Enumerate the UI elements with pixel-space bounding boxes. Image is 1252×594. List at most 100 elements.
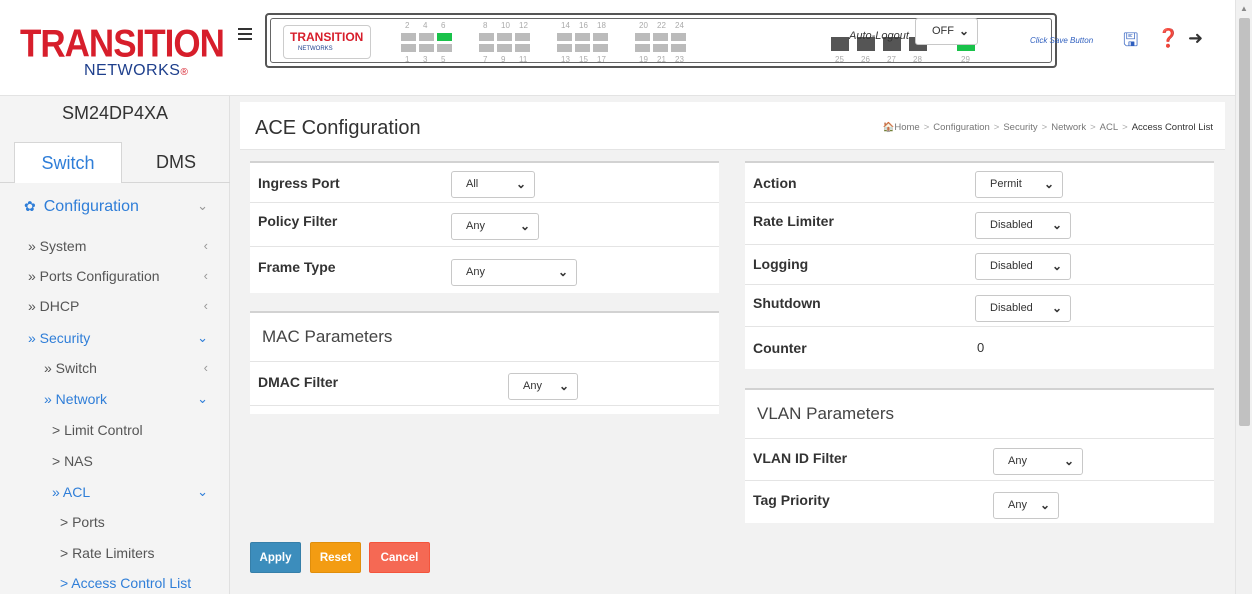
breadcrumb-network[interactable]: Network [1051,122,1086,133]
reset-button[interactable]: Reset [310,542,361,573]
sidebar-item-nas[interactable]: > NAS [0,453,230,483]
port-15[interactable] [575,44,590,52]
port-4[interactable] [419,33,434,41]
sidebar-item-security[interactable]: » Security ⌄ [0,330,230,360]
sidebar-item-ports[interactable]: > Ports [0,514,230,544]
port-8[interactable] [479,33,494,41]
port-24[interactable] [671,33,686,41]
port-14[interactable] [557,33,572,41]
ingress-port-select[interactable]: All ⌄ [451,171,535,198]
port-21[interactable] [653,44,668,52]
ace-right-panel: Action Permit ⌄ Rate Limiter Disabled ⌄ … [745,161,1214,369]
port-number: 25 [835,55,844,64]
port-number: 23 [675,55,684,64]
chevron-down-icon: ⌄ [1051,259,1062,273]
tab-dms[interactable]: DMS [122,142,230,183]
vlan-id-filter-row: VLAN ID Filter Any ⌄ [745,439,1214,481]
port-2[interactable] [401,33,416,41]
cancel-button[interactable]: Cancel [369,542,430,573]
rate-limiter-select[interactable]: Disabled ⌄ [975,212,1071,239]
tab-switch[interactable]: Switch [14,142,122,183]
action-select[interactable]: Permit ⌄ [975,171,1063,198]
sidebar-item-rate-limiters[interactable]: > Rate Limiters [0,545,230,575]
sidebar-item-limit-control[interactable]: > Limit Control [0,422,230,452]
port-7[interactable] [479,44,494,52]
policy-filter-row: Policy Filter Any ⌄ [250,203,719,247]
chevron-down-icon: ⌄ [1051,218,1062,232]
sidebar-item-dhcp[interactable]: » DHCP ‹ [0,298,230,328]
action-row: Action Permit ⌄ [745,163,1214,203]
ace-left-panel: Ingress Port All ⌄ Policy Filter Any ⌄ F… [250,161,719,293]
frame-type-label: Frame Type [258,259,336,275]
breadcrumb-acl[interactable]: ACL [1100,122,1118,133]
chevron-down-icon: ⌄ [558,379,569,393]
port-number: 13 [561,55,570,64]
port-1[interactable] [401,44,416,52]
logo-subtext: NETWORKS® [84,62,189,79]
sidebar-item-system[interactable]: » System ‹ [0,238,230,268]
breadcrumb-home[interactable]: Home [894,122,919,133]
chevron-down-icon: ⌄ [1051,301,1062,315]
help-icon[interactable]: ❓ [1157,28,1179,49]
page-scrollbar[interactable]: ▲ [1235,0,1252,594]
vlan-id-filter-label: VLAN ID Filter [753,450,848,466]
port-number: 24 [675,21,684,30]
chevron-down-icon: ⌄ [1063,454,1074,468]
save-hint: Click Save Button [1030,36,1094,45]
port-13[interactable] [557,44,572,52]
vlan-id-filter-select[interactable]: Any ⌄ [993,448,1083,475]
frame-type-select[interactable]: Any ⌄ [451,259,577,286]
port-number: 27 [887,55,896,64]
port-22[interactable] [653,33,668,41]
port-12[interactable] [515,33,530,41]
logging-select[interactable]: Disabled ⌄ [975,253,1071,280]
sidebar-item-switch[interactable]: » Switch ‹ [0,360,230,390]
logout-icon[interactable]: ➜ [1188,28,1203,49]
scroll-up-icon[interactable]: ▲ [1240,4,1248,13]
sidebar-item-network[interactable]: » Network ⌄ [0,391,230,421]
port-number: 18 [597,21,606,30]
port-5[interactable] [437,44,452,52]
sidebar-item-ports-configuration[interactable]: » Ports Configuration ‹ [0,268,230,298]
counter-value: 0 [977,340,985,355]
port-3[interactable] [419,44,434,52]
sidebar-item-acl[interactable]: » ACL ⌄ [0,484,230,514]
action-label: Action [753,175,797,191]
tag-priority-row: Tag Priority Any ⌄ [745,481,1214,523]
breadcrumb-security[interactable]: Security [1003,122,1037,133]
panel-logo: TRANSITION NETWORKS [283,25,371,59]
port-16[interactable] [575,33,590,41]
save-icon[interactable]: 🖫 [1123,28,1138,58]
dmac-filter-select[interactable]: Any ⌄ [508,373,578,400]
port-11[interactable] [515,44,530,52]
port-23[interactable] [671,44,686,52]
chevron-down-icon: ⌄ [197,330,208,345]
sfp-port-25[interactable] [831,37,849,51]
dmac-filter-row: DMAC Filter Any ⌄ [250,362,719,406]
port-17[interactable] [593,44,608,52]
chevron-down-icon: ⌄ [557,265,568,279]
shutdown-select[interactable]: Disabled ⌄ [975,295,1071,322]
auto-logout-select[interactable]: OFF ⌄ [915,18,978,45]
port-9[interactable] [497,44,512,52]
port-10[interactable] [497,33,512,41]
port-20[interactable] [635,33,650,41]
chevron-down-icon: ⌄ [515,177,526,191]
apply-button[interactable]: Apply [250,542,301,573]
breadcrumb-configuration[interactable]: Configuration [933,122,990,133]
hamburger-menu-icon[interactable] [238,28,252,40]
port-18[interactable] [593,33,608,41]
policy-filter-select[interactable]: Any ⌄ [451,213,539,240]
sidebar-item-access-control-list[interactable]: > Access Control List [0,575,230,594]
port-6[interactable] [437,33,452,41]
port-number: 19 [639,55,648,64]
rate-limiter-row: Rate Limiter Disabled ⌄ [745,203,1214,245]
tag-priority-select[interactable]: Any ⌄ [993,492,1059,519]
scrollbar-thumb[interactable] [1239,18,1250,426]
port-number: 21 [657,55,666,64]
port-19[interactable] [635,44,650,52]
chevron-down-icon: ⌄ [197,484,208,499]
sidebar-item-configuration[interactable]: ✿ Configuration ⌄ [0,198,230,228]
counter-label: Counter [753,340,807,356]
brand-logo[interactable]: TRANSITION NETWORKS® [0,0,230,96]
